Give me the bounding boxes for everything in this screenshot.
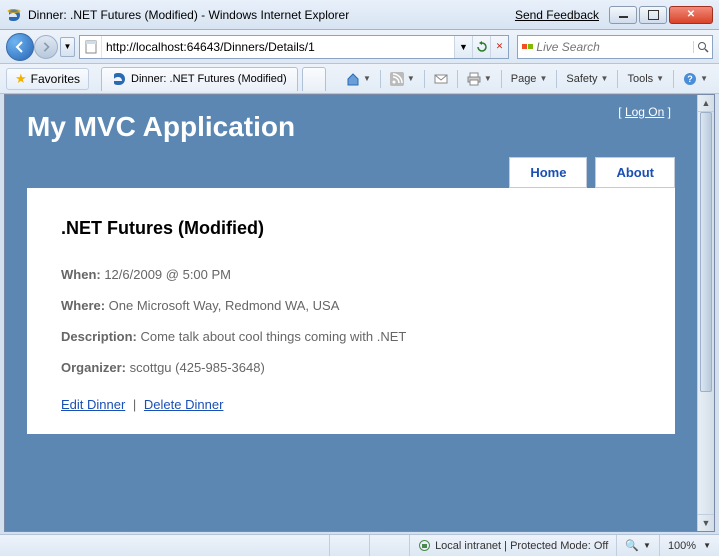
window-minimize-button[interactable]: [609, 6, 637, 24]
tab-favicon: [112, 72, 126, 86]
command-bar: ★ Favorites Dinner: .NET Futures (Modifi…: [0, 64, 719, 94]
history-dropdown-button[interactable]: ▼: [60, 37, 75, 57]
vertical-scrollbar[interactable]: ▲ ▼: [697, 95, 714, 531]
favorites-label: Favorites: [31, 72, 80, 86]
address-bar: ▼ ✕: [79, 35, 509, 59]
navigation-bar: ▼ ▼ ✕: [0, 30, 719, 64]
search-go-button[interactable]: [693, 41, 712, 53]
window-maximize-button[interactable]: [639, 6, 667, 24]
url-input[interactable]: [102, 36, 454, 58]
status-bar: Local intranet | Protected Mode: Off 🔍 ▼…: [0, 534, 719, 556]
address-dropdown-button[interactable]: ▼: [454, 36, 472, 58]
nav-tab-home[interactable]: Home: [509, 157, 587, 188]
new-tab-button[interactable]: [302, 67, 326, 91]
page-icon: [80, 36, 102, 58]
print-button[interactable]: ▼: [462, 68, 497, 90]
favorites-button[interactable]: ★ Favorites: [6, 68, 89, 90]
window-title: Dinner: .NET Futures (Modified) - Window…: [28, 8, 515, 22]
search-box: [517, 35, 713, 59]
browser-viewport: [ Log On ] My MVC Application Home About…: [4, 94, 715, 532]
read-mail-button[interactable]: [429, 68, 453, 90]
search-input[interactable]: [536, 40, 693, 54]
login-status: [ Log On ]: [618, 105, 671, 119]
svg-text:?: ?: [687, 74, 693, 84]
zoom-dropdown[interactable]: 🔍 ▼: [616, 535, 659, 556]
zoom-out-icon: 🔍: [625, 539, 639, 552]
forward-button[interactable]: [34, 35, 58, 59]
zoom-level[interactable]: 100% ▼: [659, 535, 719, 556]
status-cell-2: [369, 535, 409, 556]
status-cell-1: [329, 535, 369, 556]
where-row: Where: One Microsoft Way, Redmond WA, US…: [61, 298, 641, 313]
back-button[interactable]: [6, 33, 34, 61]
page-heading: .NET Futures (Modified): [61, 218, 641, 239]
intranet-icon: [418, 539, 431, 552]
feeds-button[interactable]: ▼: [385, 68, 420, 90]
logon-link[interactable]: Log On: [625, 105, 664, 119]
delete-dinner-link[interactable]: Delete Dinner: [144, 397, 224, 412]
page-content: [ Log On ] My MVC Application Home About…: [5, 95, 697, 531]
stop-button[interactable]: ✕: [490, 36, 508, 58]
browser-tab[interactable]: Dinner: .NET Futures (Modified): [101, 67, 298, 91]
home-button[interactable]: ▼: [341, 68, 376, 90]
edit-dinner-link[interactable]: Edit Dinner: [61, 397, 125, 412]
main-content: .NET Futures (Modified) When: 12/6/2009 …: [27, 188, 675, 434]
refresh-button[interactable]: [472, 36, 490, 58]
tab-title: Dinner: .NET Futures (Modified): [131, 73, 287, 85]
help-button[interactable]: ?▼: [678, 68, 713, 90]
nav-tab-about[interactable]: About: [595, 157, 675, 188]
window-titlebar: Dinner: .NET Futures (Modified) - Window…: [0, 0, 719, 30]
scroll-thumb[interactable]: [700, 112, 712, 392]
scroll-up-button[interactable]: ▲: [698, 95, 714, 112]
send-feedback-link[interactable]: Send Feedback: [515, 8, 599, 22]
scroll-down-button[interactable]: ▼: [698, 514, 714, 531]
action-links: Edit Dinner | Delete Dinner: [61, 397, 641, 412]
app-title: My MVC Application: [27, 111, 675, 143]
page-menu-button[interactable]: Page▼: [506, 68, 553, 90]
tools-menu-button[interactable]: Tools▼: [622, 68, 669, 90]
safety-menu-button[interactable]: Safety▼: [561, 68, 613, 90]
ie-favicon: [6, 7, 22, 23]
security-zone[interactable]: Local intranet | Protected Mode: Off: [409, 535, 616, 556]
star-icon: ★: [15, 71, 27, 87]
window-close-button[interactable]: [669, 6, 713, 24]
description-row: Description: Come talk about cool things…: [61, 329, 641, 344]
live-search-icon: [518, 44, 536, 50]
organizer-row: Organizer: scottgu (425-985-3648): [61, 360, 641, 375]
when-row: When: 12/6/2009 @ 5:00 PM: [61, 267, 641, 282]
